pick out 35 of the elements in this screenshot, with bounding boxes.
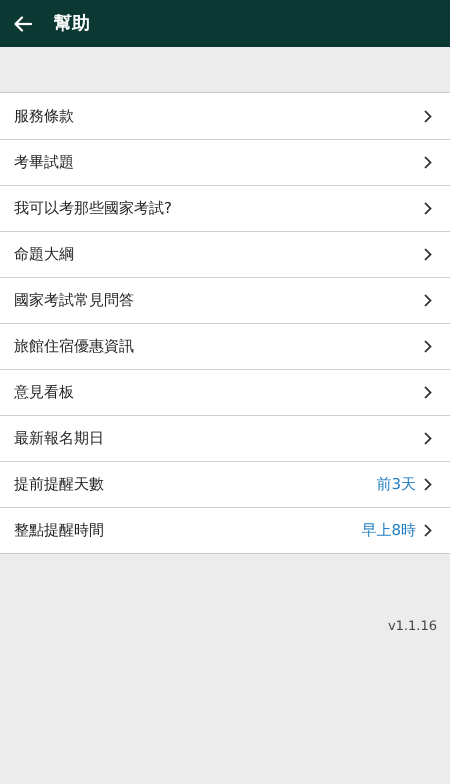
item-label: 旅館住宿優惠資訊 — [14, 336, 135, 358]
item-value: 早上8時 — [361, 520, 416, 542]
menu-item[interactable]: 意見看板 — [0, 369, 450, 415]
chevron-right-icon — [424, 248, 432, 261]
item-label: 意見看板 — [14, 382, 75, 404]
item-label: 命題大綱 — [14, 244, 75, 266]
back-arrow-icon — [13, 14, 33, 34]
menu-item[interactable]: 服務條款 — [0, 93, 450, 139]
chevron-right-icon — [424, 524, 432, 537]
item-label: 服務條款 — [14, 106, 75, 127]
chevron-right-icon — [424, 110, 432, 122]
version-text: v1.1.16 — [388, 618, 437, 636]
item-label: 考畢試題 — [14, 152, 75, 174]
menu-item[interactable]: 國家考試常見問答 — [0, 277, 450, 323]
item-value: 前3天 — [376, 474, 416, 496]
chevron-right-icon — [424, 432, 432, 445]
chevron-right-icon — [424, 202, 432, 215]
page-title: 幫助 — [54, 12, 90, 36]
menu-item[interactable]: 提前提醒天數 前3天 — [0, 461, 450, 507]
item-label: 國家考試常見問答 — [14, 290, 135, 312]
item-label: 最新報名期日 — [14, 428, 105, 450]
chevron-right-icon — [424, 386, 432, 399]
menu-item[interactable]: 最新報名期日 — [0, 415, 450, 461]
chevron-right-icon — [424, 294, 432, 307]
chevron-right-icon — [424, 478, 432, 491]
item-label: 提前提醒天數 — [14, 474, 105, 496]
item-label: 整點提醒時間 — [14, 520, 105, 542]
menu-item[interactable]: 考畢試題 — [0, 139, 450, 185]
menu-item[interactable]: 整點提醒時間 早上8時 — [0, 507, 450, 553]
menu-item[interactable]: 我可以考那些國家考試? — [0, 185, 450, 231]
item-label: 我可以考那些國家考試? — [14, 198, 173, 220]
menu-item[interactable]: 旅館住宿優惠資訊 — [0, 323, 450, 369]
chevron-right-icon — [424, 340, 432, 353]
menu-item[interactable]: 命題大綱 — [0, 231, 450, 277]
chevron-right-icon — [424, 156, 432, 169]
